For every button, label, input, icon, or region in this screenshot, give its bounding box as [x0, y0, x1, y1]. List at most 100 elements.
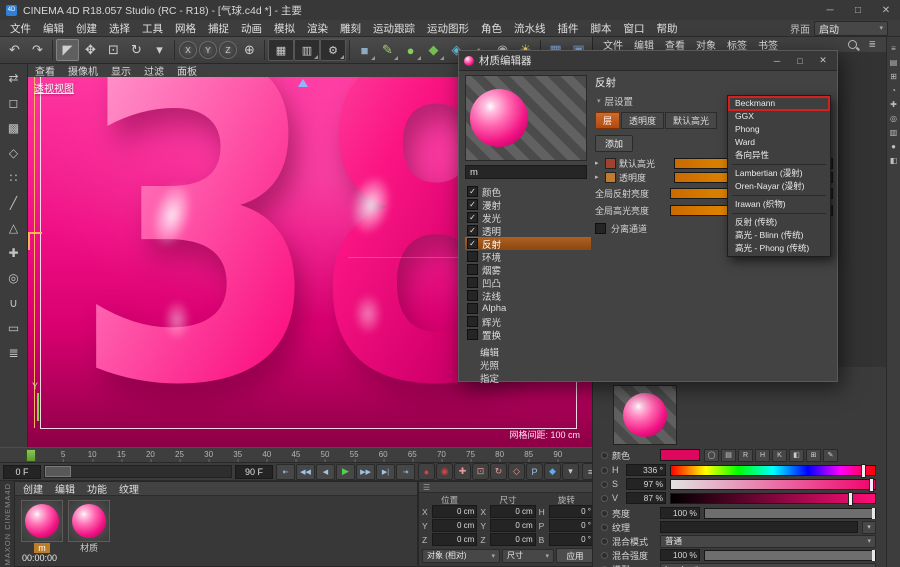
channel-checkbox[interactable] [467, 251, 478, 262]
menubar-item[interactable]: 选择 [103, 20, 136, 37]
x-axis-lock-button[interactable]: X [179, 41, 197, 59]
channel-checkbox[interactable] [467, 329, 478, 340]
color-swatch[interactable] [660, 449, 700, 461]
workplane-mode-icon[interactable]: ◇ [2, 141, 26, 165]
coordinate-mode-dropdown[interactable]: 对象 (相对) ▾ [422, 548, 500, 563]
minimize-button[interactable]: ─ [768, 56, 786, 66]
menubar-item[interactable]: 渲染 [301, 20, 334, 37]
record-position-button[interactable]: ✚ [454, 463, 471, 480]
material-channel-item[interactable]: 凹凸 [465, 276, 591, 290]
keyframe-dot-icon[interactable] [601, 466, 608, 474]
saturation-slider-handle[interactable] [868, 477, 874, 492]
close-button[interactable]: ✕ [814, 55, 832, 66]
viewport-menu-item[interactable]: 查看 [35, 63, 55, 78]
menubar-item[interactable]: 文件 [4, 20, 37, 37]
menubar-item[interactable]: 帮助 [651, 20, 684, 37]
material-name-input[interactable]: m [465, 165, 587, 179]
menubar-item[interactable]: 脚本 [585, 20, 618, 37]
timeline-slider[interactable] [44, 465, 232, 478]
v-value-field[interactable]: 87 % [626, 492, 666, 504]
viewport-menu-item[interactable]: 面板 [177, 63, 197, 78]
menubar-item[interactable]: 雕刻 [334, 20, 367, 37]
model-mode-icon[interactable]: ◻ [2, 91, 26, 115]
record-pla-button[interactable]: P [526, 463, 543, 480]
material-manager-menu-item[interactable]: 纹理 [119, 481, 139, 496]
scale-tool-icon[interactable]: ⊡ [102, 39, 125, 61]
keyframe-dot-icon[interactable] [601, 480, 608, 488]
expand-arrow-icon[interactable]: ▸ [595, 173, 602, 181]
channel-checkbox[interactable]: ✓ [467, 199, 478, 210]
material-preview-sphere[interactable] [68, 500, 110, 542]
keyframe-dot-icon[interactable] [601, 451, 608, 459]
value-slider[interactable] [670, 491, 876, 506]
hue-slider[interactable] [670, 463, 876, 478]
timeline-tick[interactable]: 55 [350, 450, 359, 462]
separate-passes-checkbox[interactable] [595, 223, 606, 234]
render-view-icon[interactable]: ▦ [268, 39, 294, 61]
previous-key-button[interactable]: ◀◀ [296, 463, 315, 480]
z-axis-lock-button[interactable]: Z [219, 41, 237, 59]
reflectance-type-option[interactable]: Ward [729, 136, 829, 149]
search-icon[interactable] [848, 40, 858, 49]
timeline-tick[interactable]: 5 [61, 450, 65, 462]
reflectance-type-option[interactable]: GGX [729, 110, 829, 123]
kelvin-mode-icon[interactable]: K [772, 448, 787, 462]
dock-sphere-icon[interactable]: ● [888, 139, 900, 153]
edges-mode-icon[interactable]: ╱ [2, 191, 26, 215]
material-channel-item[interactable]: ✓ 透明 [465, 224, 591, 238]
timeline-tick[interactable]: 10 [88, 450, 97, 462]
channel-checkbox[interactable] [467, 316, 478, 327]
minimize-button[interactable]: ─ [816, 0, 844, 20]
channel-checkbox[interactable]: ✓ [467, 186, 478, 197]
rotate-tool-icon[interactable]: ↻ [125, 39, 148, 61]
model-dropdown[interactable]: Lambertian ▾ [660, 562, 876, 567]
timeline-tick[interactable]: 80 [495, 450, 504, 462]
reflectance-tab[interactable]: 层 [595, 112, 621, 129]
menubar-item[interactable]: 捕捉 [202, 20, 235, 37]
timeline-options-button[interactable]: ▾ [562, 463, 579, 480]
recent-tool-icon[interactable]: ▾ [148, 39, 171, 61]
coordinate-field[interactable]: 0 cm [490, 533, 536, 546]
material-item[interactable]: 材质 [68, 500, 110, 553]
menubar-item[interactable]: 插件 [552, 20, 585, 37]
s-value-field[interactable]: 97 % [626, 478, 666, 490]
texture-preset-button[interactable]: ▾ [862, 520, 876, 534]
polygons-mode-icon[interactable]: △ [2, 216, 26, 240]
timeline-tick[interactable]: 45 [291, 450, 300, 462]
dock-split-icon[interactable]: ◧ [888, 153, 900, 167]
menubar-item[interactable]: 流水线 [508, 20, 552, 37]
next-key-button[interactable]: ▶| [376, 463, 395, 480]
reflectance-type-option[interactable]: Phong [729, 123, 829, 136]
viewport-menu-item[interactable]: 摄像机 [68, 63, 98, 78]
play-button[interactable]: ▶ [336, 463, 355, 480]
brightness-value-field[interactable]: 100 % [660, 507, 700, 519]
keyframe-dot-icon[interactable] [601, 537, 608, 545]
timeline-tick[interactable]: 15 [117, 450, 126, 462]
coordinate-field[interactable]: 0 ° [548, 505, 594, 518]
maximize-button[interactable]: □ [844, 0, 872, 20]
axis-mode-icon[interactable]: ✚ [2, 241, 26, 265]
menubar-item[interactable]: 编辑 [37, 20, 70, 37]
hue-slider-handle[interactable] [860, 463, 866, 478]
timeline-slider-handle[interactable] [45, 466, 71, 477]
hsv-mode-icon[interactable]: H [755, 448, 770, 462]
viewport-menu-item[interactable]: 过滤 [144, 63, 164, 78]
material-manager-menu-item[interactable]: 编辑 [55, 481, 75, 496]
material-preview[interactable] [465, 75, 587, 161]
channel-checkbox[interactable]: ✓ [467, 225, 478, 236]
maximize-button[interactable]: □ [791, 56, 809, 66]
coordinate-field[interactable]: 0 cm [432, 533, 478, 546]
reflectance-type-option[interactable]: 各向异性 [729, 149, 829, 162]
live-selection-icon[interactable]: ◤ [56, 39, 79, 61]
menubar-item[interactable]: 窗口 [618, 20, 651, 37]
channel-checkbox[interactable] [467, 290, 478, 301]
mix-mode-dropdown[interactable]: 普通 ▾ [660, 534, 876, 548]
menubar-item[interactable]: 工具 [136, 20, 169, 37]
mix-strength-slider-handle[interactable] [872, 549, 875, 561]
color-wheel-icon[interactable]: ◯ [704, 448, 719, 462]
material-channel-item[interactable]: 环境 [465, 250, 591, 264]
timeline-tick[interactable]: 65 [408, 450, 417, 462]
timeline-tick[interactable]: 40 [262, 450, 271, 462]
mix-strength-slider[interactable] [704, 549, 876, 561]
material-manager-menu-item[interactable]: 功能 [87, 481, 107, 496]
